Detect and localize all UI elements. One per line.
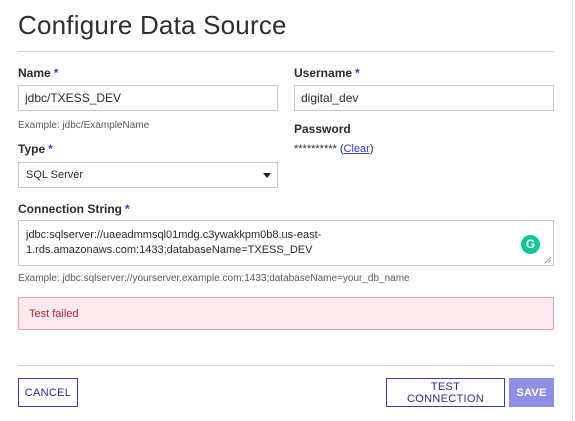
clear-close-paren: )	[369, 143, 374, 155]
cancel-button[interactable]: CANCEL	[18, 378, 78, 407]
name-label: Name *	[18, 66, 58, 80]
type-select-value: SQL Server	[26, 169, 84, 181]
password-clear-link[interactable]: Clear	[344, 143, 370, 155]
resize-handle-icon[interactable]	[545, 257, 551, 263]
password-masked-value: **********	[294, 143, 337, 155]
grammarly-icon[interactable]: G	[521, 235, 540, 254]
connection-string-hint: Example: jdbc:sqlserver://yourserver.exa…	[18, 273, 410, 284]
title-divider	[18, 51, 554, 52]
dialog-title: Configure Data Source	[18, 10, 287, 40]
name-required-mark: *	[53, 66, 59, 80]
error-alert: Test failed	[18, 297, 554, 330]
connection-string-label: Connection String *	[18, 202, 130, 216]
password-label: Password	[294, 122, 351, 136]
username-label-text: Username	[294, 66, 353, 80]
configure-data-source-dialog: Configure Data Source Name* Example: jdb…	[0, 0, 575, 421]
name-label-text: Name	[18, 66, 51, 80]
save-button[interactable]: SAVE	[509, 378, 554, 407]
connection-string-required-mark: *	[125, 202, 130, 216]
chevron-down-icon	[263, 173, 271, 178]
name-input[interactable]	[18, 85, 278, 111]
username-required-mark: *	[355, 66, 360, 80]
dialog-edge	[572, 0, 573, 421]
type-label: Type *	[18, 142, 53, 156]
connection-string-value: jdbc:sqlserver://uaeadmmsql01mdg.c3ywakk…	[26, 229, 322, 256]
connection-string-textarea[interactable]: jdbc:sqlserver://uaeadmmsql01mdg.c3ywakk…	[18, 220, 554, 266]
username-label: Username *	[294, 66, 360, 80]
name-hint: Example: jdbc/ExampleName	[18, 120, 150, 131]
alert-message: Test failed	[29, 308, 79, 320]
password-row: ********** (Clear)	[294, 143, 374, 155]
connection-string-label-text: Connection String	[18, 202, 122, 216]
username-input[interactable]	[294, 85, 554, 111]
type-required-mark: *	[48, 142, 53, 156]
type-select[interactable]: SQL Server	[18, 162, 278, 188]
type-label-text: Type	[18, 142, 46, 156]
test-connection-button[interactable]: TEST CONNECTION	[386, 378, 505, 407]
footer-divider	[18, 365, 554, 366]
